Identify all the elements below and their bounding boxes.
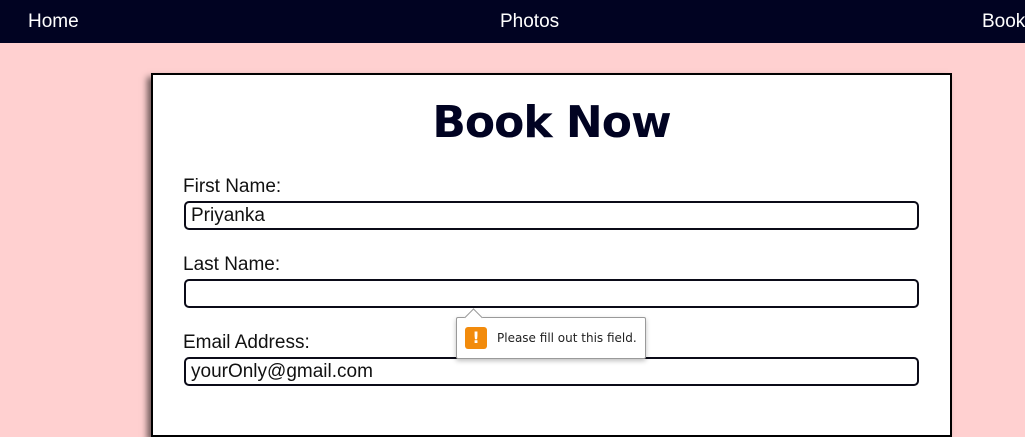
top-navbar: Home Photos Book [0,0,1025,43]
warning-icon: ! [465,327,487,349]
nav-photos-link[interactable]: Photos [500,0,559,43]
email-input[interactable] [184,357,919,386]
booking-form-card: Book Now First Name: Last Name: Email Ad… [151,73,952,437]
last-name-input[interactable] [184,279,919,308]
nav-home-link[interactable]: Home [28,0,79,43]
nav-book-link[interactable]: Book [982,0,1025,43]
validation-tooltip: ! Please fill out this field. [456,308,646,359]
form-title: Book Now [432,97,671,148]
first-name-input[interactable] [184,201,919,230]
email-label: Email Address: [183,332,310,353]
last-name-label: Last Name: [183,254,281,275]
validation-message: Please fill out this field. [497,331,637,345]
first-name-label: First Name: [183,176,282,197]
